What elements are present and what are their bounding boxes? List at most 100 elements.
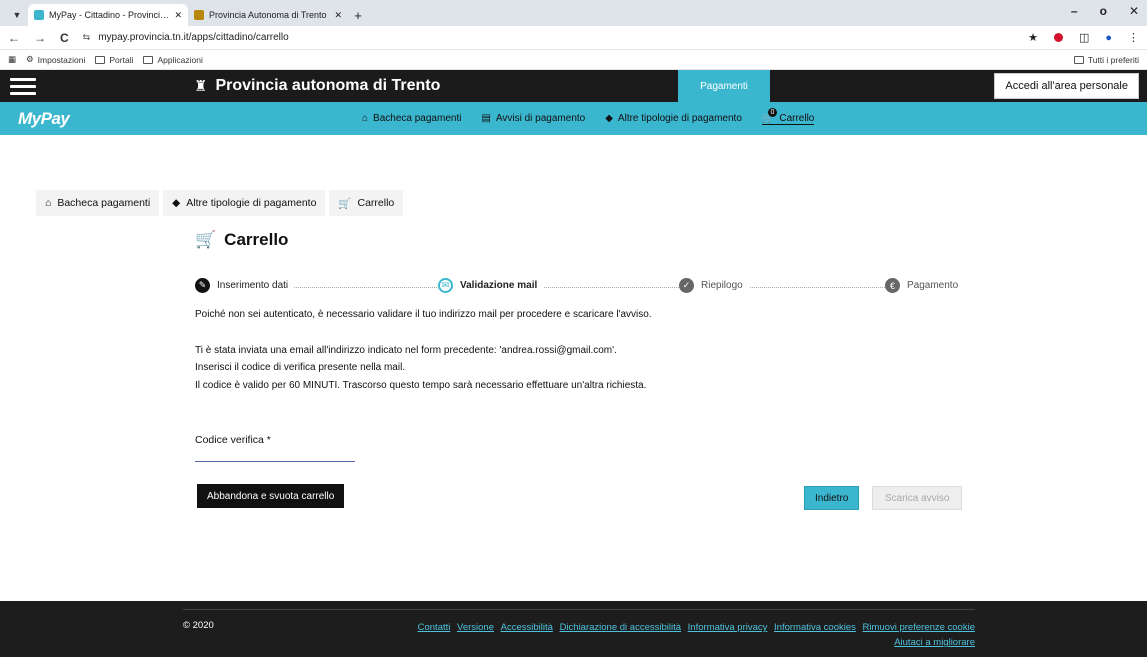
main-content: 🛒 Carrello ✎ Inserimento dati ✉ Validazi… xyxy=(195,230,975,512)
provincia-favicon-icon xyxy=(194,10,204,20)
bookmark-applicazioni[interactable]: Applicazioni xyxy=(143,55,203,65)
apps-grid-icon[interactable]: ▦ xyxy=(8,54,16,65)
auth-notice: Poiché non sei autenticato, è necessario… xyxy=(195,309,652,320)
bookmarks-bar: ▦ ⚙ Impostazioni Portali Applicazioni Tu… xyxy=(0,50,1147,70)
extensions-puzzle-icon[interactable]: ◫ xyxy=(1079,31,1089,44)
tag-icon: ◆ xyxy=(172,197,181,209)
crest-icon: ♜ xyxy=(194,78,208,95)
home-icon: ⌂ xyxy=(362,113,369,124)
login-button[interactable]: Accedi all'area personale xyxy=(994,73,1139,99)
nav-avvisi-di-pagamento[interactable]: ▤ Avvisi di pagamento xyxy=(481,113,585,124)
url-text: mypay.provincia.tn.it/apps/cittadino/car… xyxy=(98,32,289,43)
browser-tab-mypay[interactable]: MyPay - Cittadino - Provincia A ✕ xyxy=(28,4,188,26)
tab-title: MyPay - Cittadino - Provincia A xyxy=(49,10,170,20)
folder-icon xyxy=(95,55,106,64)
abandon-cart-button[interactable]: Abbandona e svuota carrello xyxy=(197,484,345,508)
page-title-text: Carrello xyxy=(224,230,289,249)
breadcrumb-bacheca[interactable]: ⌂ Bacheca pagamenti xyxy=(36,190,160,216)
step-inserimento-dati: ✎ Inserimento dati xyxy=(195,278,295,293)
breadcrumb-label: Bacheca pagamenti xyxy=(57,197,151,209)
verification-code-label: Codice verifica * xyxy=(195,434,271,446)
footer-link-accessibilita[interactable]: Accessibilità xyxy=(501,622,553,633)
verification-code-field: Codice verifica * xyxy=(195,434,355,462)
footer-link-rimuovi-preferenze[interactable]: Rimuovi preferenze cookie xyxy=(863,622,975,633)
verification-code-input[interactable] xyxy=(195,448,355,462)
step-label: Pagamento xyxy=(907,280,959,291)
document-icon: ▤ xyxy=(481,113,491,124)
footer-link-dichiarazione[interactable]: Dichiarazione di accessibilità xyxy=(560,622,681,633)
form-actions: Abbandona e svuota carrello Indietro Sca… xyxy=(195,484,975,512)
folder-icon xyxy=(1073,55,1084,64)
bookmark-impostazioni[interactable]: ⚙ Impostazioni xyxy=(26,54,85,65)
footer-link-privacy[interactable]: Informativa privacy xyxy=(688,622,768,633)
footer-inner: © 2020 Contatti Versione Accessibilità D… xyxy=(183,609,975,650)
hamburger-menu-icon[interactable] xyxy=(10,77,36,95)
site-info-icon[interactable]: ⇆ xyxy=(83,32,91,43)
footer-link-aiutaci[interactable]: Aiutaci a migliorare xyxy=(894,637,975,648)
forward-arrow-icon[interactable]: → xyxy=(34,31,46,45)
check-icon: ✓ xyxy=(679,278,694,293)
tab-title: Provincia Autonoma di Trento xyxy=(209,10,327,20)
nav-altre-tipologie[interactable]: ◆ Altre tipologie di pagamento xyxy=(605,113,742,124)
new-tab-button[interactable]: + xyxy=(348,4,368,26)
step-pagamento: € Pagamento xyxy=(885,278,965,293)
close-window-icon[interactable]: ✕ xyxy=(1129,4,1139,18)
window-controls: – o ✕ xyxy=(1071,4,1139,18)
profile-icon[interactable]: ● xyxy=(1105,32,1112,44)
info-line: Inserisci il codice di verifica presente… xyxy=(195,362,406,373)
bookmark-star-icon[interactable]: ★ xyxy=(1028,31,1038,44)
step-validazione-mail: ✉ Validazione mail xyxy=(438,278,544,293)
footer-link-contatti[interactable]: Contatti xyxy=(418,622,451,633)
tab-close-icon[interactable]: ✕ xyxy=(334,10,342,21)
nav-carrello[interactable]: 🛒 0 Carrello xyxy=(761,107,815,125)
reload-icon[interactable]: C xyxy=(60,31,69,45)
mypay-logo[interactable]: MyPay xyxy=(18,109,70,129)
step-riepilogo: ✓ Riepilogo xyxy=(679,278,749,293)
site-title-text: Provincia autonoma di Trento xyxy=(215,77,441,94)
tab-pagamenti[interactable]: Pagamenti xyxy=(678,70,770,102)
step-label: Riepilogo xyxy=(701,280,743,291)
tab-close-icon[interactable]: ✕ xyxy=(174,10,182,21)
maximize-icon[interactable]: o xyxy=(1100,4,1107,18)
bookmark-label: Impostazioni xyxy=(37,54,86,65)
nav-bacheca-pagamenti[interactable]: ⌂ Bacheca pagamenti xyxy=(362,113,461,124)
nav-label: Carrello xyxy=(779,112,815,124)
bookmark-portali[interactable]: Portali xyxy=(95,55,133,65)
download-notice-button[interactable]: Scarica avviso xyxy=(872,486,963,510)
breadcrumb-carrello[interactable]: 🛒 Carrello xyxy=(329,190,404,216)
bookmark-label: Portali xyxy=(109,54,134,65)
copyright: © 2020 xyxy=(183,620,214,631)
envelope-icon: ✉ xyxy=(438,278,453,293)
cart-icon: 🛒 xyxy=(195,230,217,249)
url-field[interactable]: ⇆ mypay.provincia.tn.it/apps/cittadino/c… xyxy=(83,29,1014,47)
breadcrumb-altre-tipologie[interactable]: ◆ Altre tipologie di pagamento xyxy=(163,190,326,216)
back-button[interactable]: Indietro xyxy=(804,486,860,510)
cart-badge: 0 xyxy=(767,107,777,117)
gear-icon: ⚙ xyxy=(26,54,34,64)
page-title: 🛒 Carrello xyxy=(195,230,975,250)
info-line: Il codice è valido per 60 MINUTI. Trasco… xyxy=(195,379,647,391)
mypay-favicon-icon xyxy=(34,10,44,20)
site-header: ♜ Provincia autonoma di Trento Pagamenti… xyxy=(0,70,1147,102)
footer-link-versione[interactable]: Versione xyxy=(457,622,494,633)
breadcrumb: ⌂ Bacheca pagamenti ◆ Altre tipologie di… xyxy=(36,190,404,216)
all-bookmarks[interactable]: Tutti i preferiti xyxy=(1073,55,1139,65)
browser-menu-icon[interactable]: ⋮ xyxy=(1128,31,1139,44)
euro-icon: € xyxy=(885,278,900,293)
stepper: ✎ Inserimento dati ✉ Validazione mail ✓ … xyxy=(195,278,975,298)
back-arrow-icon[interactable]: ← xyxy=(8,31,20,45)
tag-icon: ◆ xyxy=(605,113,613,124)
address-bar: ← → C ⇆ mypay.provincia.tn.it/apps/citta… xyxy=(0,26,1147,50)
extension-icon[interactable] xyxy=(1053,33,1063,42)
footer-link-cookies[interactable]: Informativa cookies xyxy=(774,622,856,633)
site-title[interactable]: ♜ Provincia autonoma di Trento xyxy=(194,77,440,95)
minimize-icon[interactable]: – xyxy=(1071,4,1078,18)
tab-list-chevron-icon[interactable]: ▼ xyxy=(6,4,28,26)
cart-icon: 🛒 xyxy=(338,197,352,210)
browser-tab-provincia[interactable]: Provincia Autonoma di Trento ✕ xyxy=(188,4,348,26)
nav-label: Altre tipologie di pagamento xyxy=(617,113,742,124)
breadcrumb-label: Altre tipologie di pagamento xyxy=(186,197,317,209)
footer-links: Contatti Versione Accessibilità Dichiara… xyxy=(413,620,975,650)
nav-label: Bacheca pagamenti xyxy=(373,113,462,124)
nav-label: Avvisi di pagamento xyxy=(495,113,586,124)
